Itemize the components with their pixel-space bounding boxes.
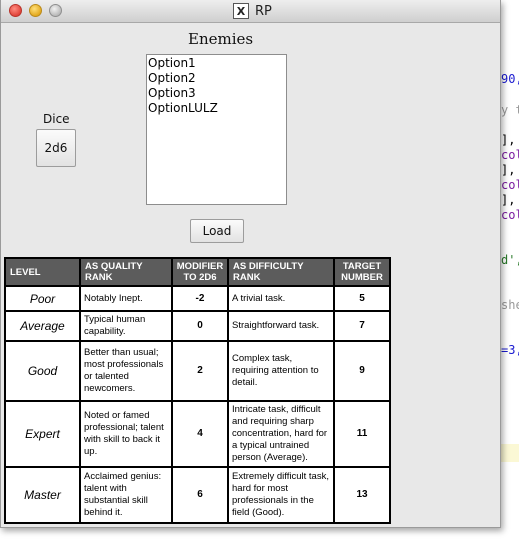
cell-modifier: 6 [171, 466, 229, 524]
editor-code-fragment: col [501, 178, 519, 192]
cell-target: 9 [333, 340, 391, 402]
roll-dice-button[interactable]: 2d6 [36, 129, 76, 167]
editor-code-fragment: col [501, 148, 519, 162]
dice-label: Dice [43, 112, 70, 126]
window-title-text: RP [255, 3, 272, 19]
editor-code-fragment: ], [501, 133, 516, 147]
cell-target: 13 [333, 466, 391, 524]
cell-difficulty: Extremely difficult task, hard for most … [227, 466, 335, 524]
header-modifier: MODIFIER TO 2D6 [171, 257, 229, 287]
cell-level: Expert [4, 400, 81, 468]
x11-icon: X [233, 3, 249, 19]
table-row: Master Acclaimed genius: talent with sub… [4, 466, 391, 524]
editor-code-fragment: d', [501, 253, 519, 267]
table-row: Poor Notably Inept. -2 A trivial task. 5 [4, 285, 391, 312]
table-row: Expert Noted or famed professional; tale… [4, 400, 391, 468]
editor-code-fragment: col [501, 208, 519, 222]
cell-level: Average [4, 310, 81, 342]
cell-quality: Acclaimed genius: talent with substantia… [79, 466, 173, 524]
header-level: LEVEL [4, 257, 81, 287]
table-row: Good Better than usual; most professiona… [4, 340, 391, 402]
editor-code-fragment: she [501, 298, 519, 312]
enemy-option[interactable]: Option1 [148, 56, 286, 71]
rp-window: X RP Enemies Option1 Option2 Option3 Opt… [0, 0, 501, 528]
cell-target: 7 [333, 310, 391, 342]
cell-modifier: 2 [171, 340, 229, 402]
zoom-button[interactable] [49, 4, 62, 17]
load-button[interactable]: Load [190, 219, 244, 243]
table-header-row: LEVEL AS QUALITY RANK MODIFIER TO 2D6 AS… [4, 257, 391, 287]
minimize-button[interactable] [29, 4, 42, 17]
header-difficulty-rank: AS DIFFICULTY RANK [227, 257, 335, 287]
cell-level: Poor [4, 285, 81, 312]
table-row: Average Typical human capability. 0 Stra… [4, 310, 391, 342]
cell-quality: Noted or famed professional; talent with… [79, 400, 173, 468]
editor-code-fragment: 90, [501, 72, 519, 86]
title-bar[interactable]: X RP [1, 0, 500, 23]
cell-quality: Notably Inept. [79, 285, 173, 312]
enemy-option[interactable]: Option2 [148, 71, 286, 86]
header-target-number: TARGET NUMBER [333, 257, 391, 287]
cell-quality: Typical human capability. [79, 310, 173, 342]
editor-current-line [499, 444, 519, 462]
enemies-listbox[interactable]: Option1 Option2 Option3 OptionLULZ [146, 54, 287, 205]
cell-target: 11 [333, 400, 391, 468]
cell-difficulty: Straightforward task. [227, 310, 335, 342]
header-quality-rank: AS QUALITY RANK [79, 257, 173, 287]
rank-table: LEVEL AS QUALITY RANK MODIFIER TO 2D6 AS… [4, 257, 391, 524]
cell-difficulty: Intricate task, difficult and requiring … [227, 400, 335, 468]
close-button[interactable] [9, 4, 22, 17]
editor-code-fragment: =3, [501, 343, 519, 357]
cell-target: 5 [333, 285, 391, 312]
cell-difficulty: Complex task, requiring attention to det… [227, 340, 335, 402]
cell-modifier: 4 [171, 400, 229, 468]
cell-quality: Better than usual; most professionals or… [79, 340, 173, 402]
cell-level: Master [4, 466, 81, 524]
editor-code-fragment: ], [501, 193, 516, 207]
editor-code-fragment: ], [501, 163, 516, 177]
enemy-option[interactable]: OptionLULZ [148, 101, 286, 116]
cell-modifier: 0 [171, 310, 229, 342]
window-title: X RP [233, 3, 272, 19]
enemy-option[interactable]: Option3 [148, 86, 286, 101]
editor-code-fragment: y t [501, 103, 519, 117]
cell-level: Good [4, 340, 81, 402]
cell-modifier: -2 [171, 285, 229, 312]
enemies-label: Enemies [188, 30, 254, 48]
cell-difficulty: A trivial task. [227, 285, 335, 312]
